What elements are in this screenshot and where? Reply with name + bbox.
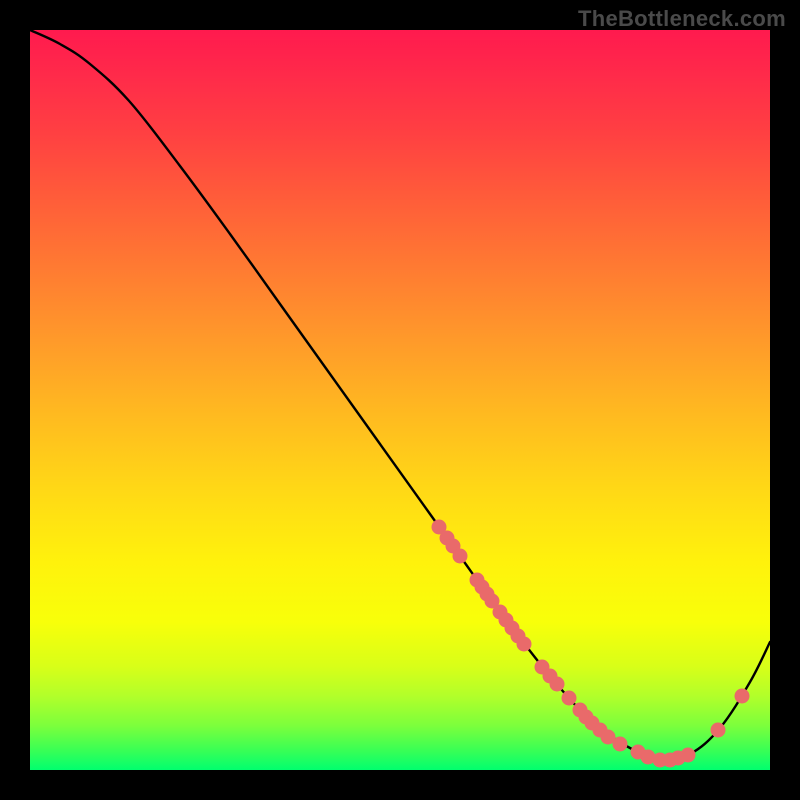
watermark-text: TheBottleneck.com	[578, 6, 786, 32]
data-dot	[475, 580, 490, 595]
data-dot	[432, 520, 447, 535]
data-dot	[579, 710, 594, 725]
data-dot	[681, 748, 696, 763]
data-dot	[480, 587, 495, 602]
data-dot	[505, 621, 520, 636]
data-dot	[517, 637, 532, 652]
data-dot	[535, 660, 550, 675]
data-dot	[613, 737, 628, 752]
data-dot	[663, 753, 678, 768]
data-dot	[631, 745, 646, 760]
data-dot	[573, 703, 588, 718]
data-dot	[562, 691, 577, 706]
data-dot	[446, 539, 461, 554]
data-dots	[432, 520, 750, 768]
data-dot	[593, 723, 608, 738]
data-dot	[653, 753, 668, 768]
data-dot	[470, 573, 485, 588]
data-dot	[440, 531, 455, 546]
data-dot	[453, 549, 468, 564]
data-dot	[735, 689, 750, 704]
data-dot	[671, 751, 686, 766]
curve-svg	[30, 30, 770, 770]
data-dot	[711, 723, 726, 738]
data-dot	[499, 613, 514, 628]
chart-area	[30, 30, 770, 770]
data-dot	[601, 730, 616, 745]
data-dot	[550, 677, 565, 692]
data-dot	[493, 605, 508, 620]
data-dot	[485, 594, 500, 609]
data-dot	[585, 716, 600, 731]
bottleneck-curve	[30, 30, 770, 760]
data-dot	[511, 629, 526, 644]
data-dot	[543, 669, 558, 684]
data-dot	[641, 750, 656, 765]
